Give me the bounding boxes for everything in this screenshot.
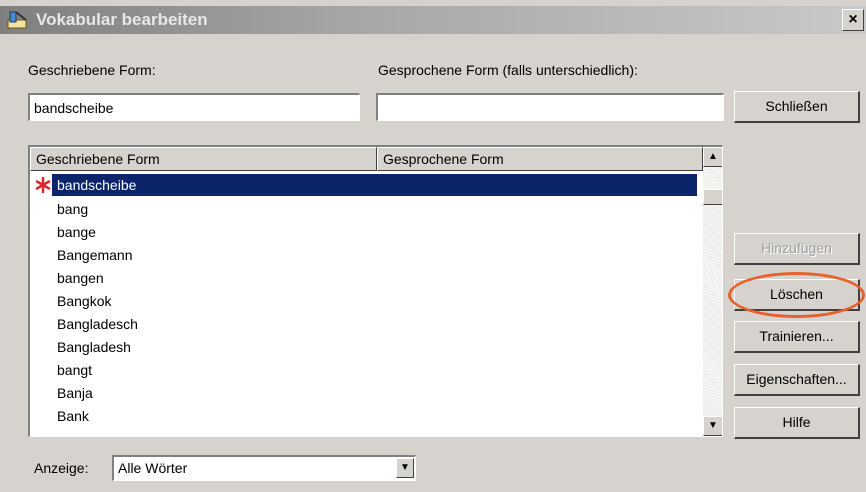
window-title: Vokabular bearbeiten xyxy=(36,10,208,29)
chevron-down-icon[interactable]: ▼ xyxy=(396,458,414,478)
vocabulary-icon xyxy=(7,11,27,29)
list-item[interactable]: bandscheibe xyxy=(52,174,697,196)
spoken-form-label: Gesprochene Form (falls unterschiedlich)… xyxy=(378,62,638,78)
add-button[interactable]: Hinzufügen xyxy=(734,233,860,265)
list-item[interactable]: bange xyxy=(52,221,96,243)
list-item[interactable]: Bangemann xyxy=(52,244,133,266)
list-item[interactable]: Bangladesch xyxy=(52,313,138,335)
filter-label: Anzeige: xyxy=(34,460,89,476)
properties-button[interactable]: Eigenschaften... xyxy=(734,364,860,396)
close-button[interactable]: Schließen xyxy=(734,91,860,123)
scroll-up-icon[interactable]: ▲ xyxy=(703,147,722,167)
help-button[interactable]: Hilfe xyxy=(734,407,860,439)
column-header-spoken[interactable]: Gesprochene Form xyxy=(377,147,703,171)
close-window-button[interactable]: × xyxy=(842,9,864,31)
asterisk-icon xyxy=(35,177,51,193)
column-header-written[interactable]: Geschriebene Form xyxy=(30,147,377,171)
list-item[interactable]: Bangladesh xyxy=(52,336,131,358)
list-item[interactable]: bang xyxy=(52,198,88,220)
list-item[interactable]: Bank xyxy=(52,405,89,427)
vocabulary-list[interactable]: Geschriebene Form Gesprochene Form bands… xyxy=(28,145,723,437)
highlight-ring xyxy=(728,272,865,318)
list-item[interactable]: bangen xyxy=(52,267,104,289)
train-button[interactable]: Trainieren... xyxy=(734,321,860,353)
list-item[interactable]: bangt xyxy=(52,359,92,381)
list-item[interactable]: Banja xyxy=(52,382,93,404)
spoken-form-input[interactable] xyxy=(376,93,724,121)
written-form-input[interactable]: bandscheibe xyxy=(28,93,360,121)
scroll-thumb[interactable] xyxy=(703,189,722,205)
filter-select-value: Alle Wörter xyxy=(118,460,188,476)
written-form-label: Geschriebene Form: xyxy=(28,62,156,78)
vertical-scrollbar[interactable]: ▲ ▼ xyxy=(703,147,722,436)
list-item[interactable]: Bangkok xyxy=(52,290,111,312)
title-bar[interactable]: Vokabular bearbeiten xyxy=(0,6,866,34)
vocabulary-dialog: Vokabular bearbeiten × Geschriebene Form… xyxy=(0,0,866,492)
filter-select[interactable]: Alle Wörter ▼ xyxy=(112,455,416,481)
scroll-down-icon[interactable]: ▼ xyxy=(703,416,722,436)
